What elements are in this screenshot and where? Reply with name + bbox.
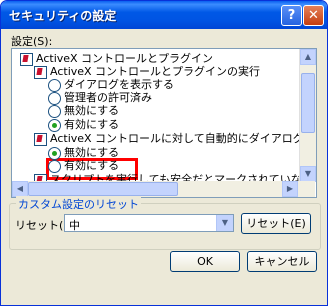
chevron-down-icon[interactable]: ▼ bbox=[216, 215, 233, 231]
vertical-scrollbar[interactable]: ▲ ▼ bbox=[299, 49, 316, 182]
tree-row-label: 管理者の許可済み bbox=[64, 91, 152, 104]
close-button[interactable]: ✕ bbox=[303, 5, 324, 26]
security-settings-window: セキュリティの設定 ? ✕ 設定(S): ActiveX コントロールとプラグイ… bbox=[0, 0, 328, 306]
help-button[interactable]: ? bbox=[281, 5, 302, 26]
settings-category-icon bbox=[20, 53, 33, 66]
window-title: セキュリティの設定 bbox=[9, 9, 117, 23]
tree-row-label: 無効にする bbox=[64, 104, 120, 117]
settings-label: 設定(S): bbox=[11, 35, 53, 48]
title-bar[interactable]: セキュリティの設定 ? ✕ bbox=[1, 1, 327, 29]
cancel-button[interactable]: キャンセル bbox=[247, 251, 317, 272]
radio-button[interactable] bbox=[48, 92, 61, 105]
scroll-down-icon[interactable]: ▼ bbox=[300, 166, 316, 182]
tree-row-label: ActiveX コントロールに対して自動的にダイアログを表示 bbox=[50, 132, 317, 145]
scroll-right-icon[interactable]: ▶ bbox=[282, 181, 298, 197]
tree-row-label: ActiveX コントロールとプラグイン bbox=[36, 52, 214, 65]
settings-category-icon bbox=[34, 133, 47, 146]
reset-button[interactable]: リセット(E) bbox=[241, 213, 311, 234]
ok-button[interactable]: OK bbox=[170, 251, 240, 272]
tree-row-label: 有効にする bbox=[64, 159, 120, 172]
horizontal-scroll-thumb[interactable] bbox=[28, 182, 178, 196]
radio-button[interactable] bbox=[48, 119, 61, 132]
radio-button[interactable] bbox=[48, 147, 61, 160]
settings-category-icon bbox=[34, 66, 47, 79]
settings-tree[interactable]: ActiveX コントロールとプラグイン ActiveX コントロールとプラグイン… bbox=[11, 48, 317, 198]
tree-row-label: 無効にする bbox=[64, 146, 120, 159]
radio-button[interactable] bbox=[48, 160, 61, 173]
scroll-left-icon[interactable]: ◀ bbox=[12, 181, 28, 197]
radio-button[interactable] bbox=[48, 105, 61, 118]
scroll-up-icon[interactable]: ▲ bbox=[300, 49, 316, 65]
horizontal-scrollbar[interactable]: ◀ ▶ bbox=[12, 181, 315, 197]
tree-row-label: ActiveX コントロールとプラグインの実行 bbox=[50, 65, 261, 78]
vertical-scroll-thumb[interactable] bbox=[301, 73, 315, 133]
custom-settings-title: カスタム設定のリセット bbox=[16, 196, 141, 212]
tree-row-label: ダイアログを表示する bbox=[64, 78, 174, 91]
reset-level-value: 中 bbox=[69, 219, 80, 232]
reset-level-select[interactable]: 中 ▼ bbox=[64, 214, 234, 232]
radio-button[interactable] bbox=[48, 79, 61, 92]
tree-row-label: 有効にする bbox=[64, 118, 120, 131]
